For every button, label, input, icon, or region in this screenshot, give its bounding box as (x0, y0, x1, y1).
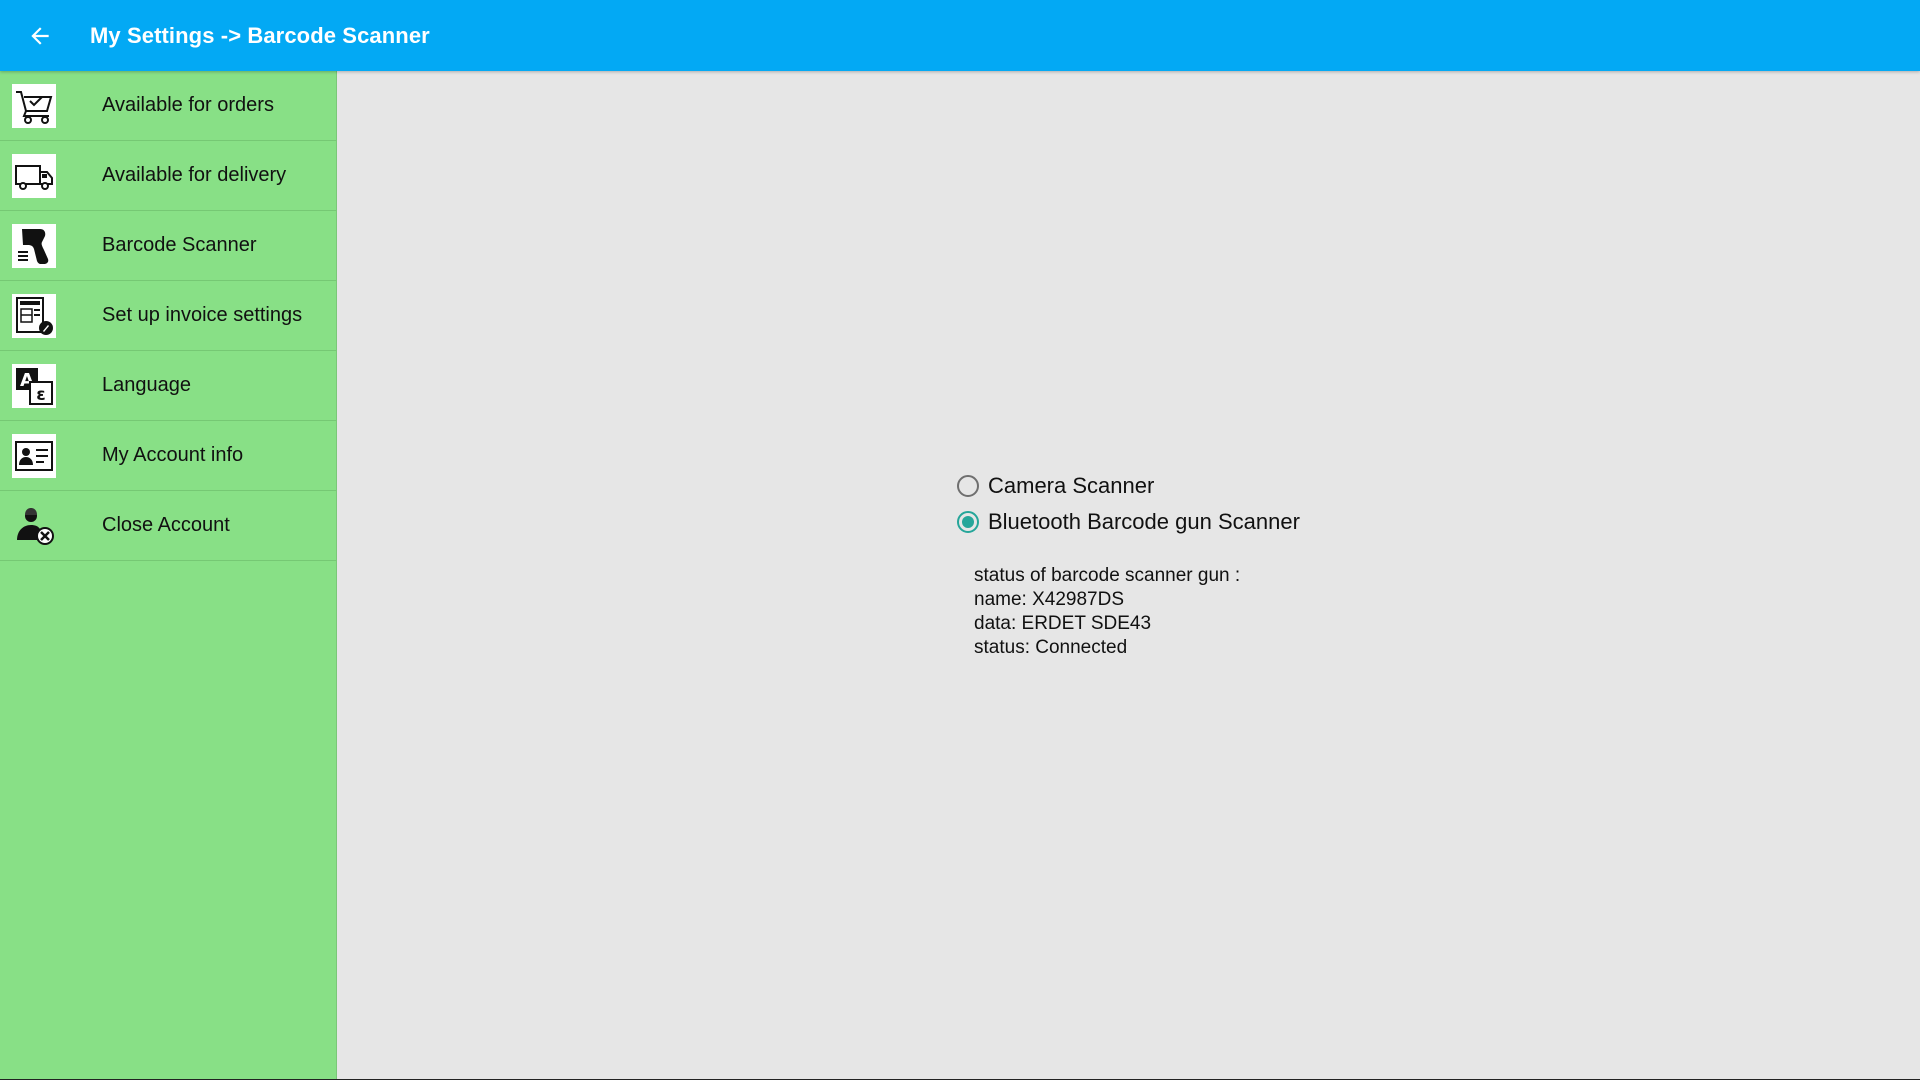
bluetooth-scanner-option[interactable]: Bluetooth Barcode gun Scanner (957, 504, 1300, 540)
shopping-cart-check-icon (12, 83, 56, 128)
status-connection: status: Connected (974, 637, 1128, 658)
sidebar-item-label: Available for orders (102, 94, 274, 116)
sidebar-item-available-for-orders[interactable]: Available for orders (0, 71, 336, 141)
scanner-type-radio-group: Camera Scanner Bluetooth Barcode gun Sca… (957, 468, 1300, 540)
radio-label: Camera Scanner (988, 473, 1155, 498)
sidebar-item-available-for-delivery[interactable]: Available for delivery (0, 141, 336, 211)
scanner-status-panel: status of barcode scanner gun : name: X4… (974, 564, 1240, 660)
status-name: name: X42987DS (974, 589, 1124, 610)
radio-button-unchecked[interactable] (957, 475, 979, 497)
page-title: My Settings -> Barcode Scanner (90, 22, 430, 48)
sidebar-item-label: My Account info (102, 444, 244, 466)
main-content: Camera Scanner Bluetooth Barcode gun Sca… (338, 71, 1920, 1079)
sidebar-item-language[interactable]: A ε Language (0, 351, 336, 421)
svg-text:ε: ε (36, 385, 45, 405)
sidebar-item-barcode-scanner[interactable]: Barcode Scanner (0, 211, 336, 281)
radio-button-checked[interactable] (957, 511, 979, 533)
status-heading: status of barcode scanner gun : (974, 565, 1241, 586)
sidebar-item-label: Barcode Scanner (102, 234, 257, 256)
sidebar-item-close-account[interactable]: Close Account (0, 491, 336, 561)
id-card-icon (12, 433, 56, 478)
arrow-left-icon (31, 26, 49, 45)
app-bar: My Settings -> Barcode Scanner (0, 0, 1920, 71)
radio-label: Bluetooth Barcode gun Scanner (988, 509, 1300, 534)
invoice-edit-icon (12, 293, 56, 338)
sidebar-item-account-info[interactable]: My Account info (0, 421, 336, 491)
user-remove-icon (12, 504, 56, 548)
barcode-scanner-gun-icon (12, 223, 56, 268)
sidebar-item-label: Language (102, 374, 191, 396)
sidebar-item-invoice-settings[interactable]: Set up invoice settings (0, 281, 336, 351)
status-data: data: ERDET SDE43 (974, 613, 1152, 634)
sidebar-item-label: Close Account (102, 514, 230, 536)
language-translate-icon: A ε (12, 363, 56, 408)
delivery-truck-icon (12, 153, 56, 198)
sidebar-item-label: Set up invoice settings (102, 304, 303, 326)
back-button[interactable] (10, 0, 70, 71)
sidebar-item-label: Available for delivery (102, 164, 287, 186)
camera-scanner-option[interactable]: Camera Scanner (957, 468, 1300, 504)
settings-sidebar: Available for orders Available for deliv… (0, 71, 337, 1080)
